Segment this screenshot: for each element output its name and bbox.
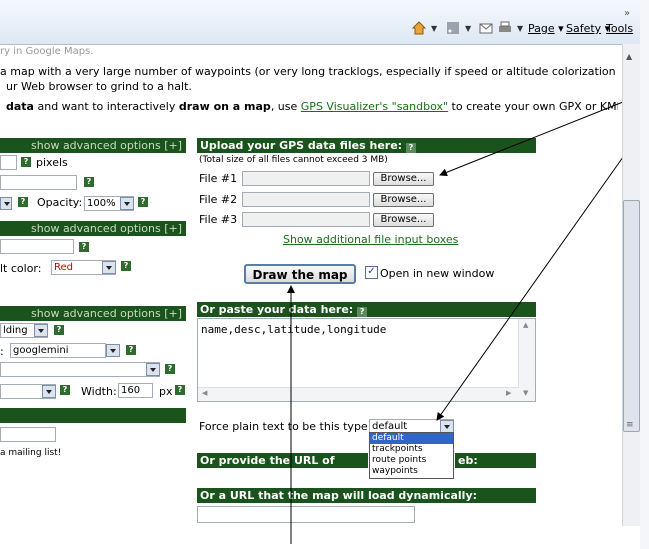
scroll-up-icon[interactable]: ▲ (626, 52, 632, 61)
arrow-to-type-select (436, 149, 629, 421)
window-edge (640, 0, 649, 549)
annotation-arrows (287, 99, 629, 544)
arrow-to-browse (439, 99, 629, 177)
scrollbar-thumb[interactable] (623, 200, 640, 432)
scroll-grip-icon: ≡ (626, 420, 634, 430)
